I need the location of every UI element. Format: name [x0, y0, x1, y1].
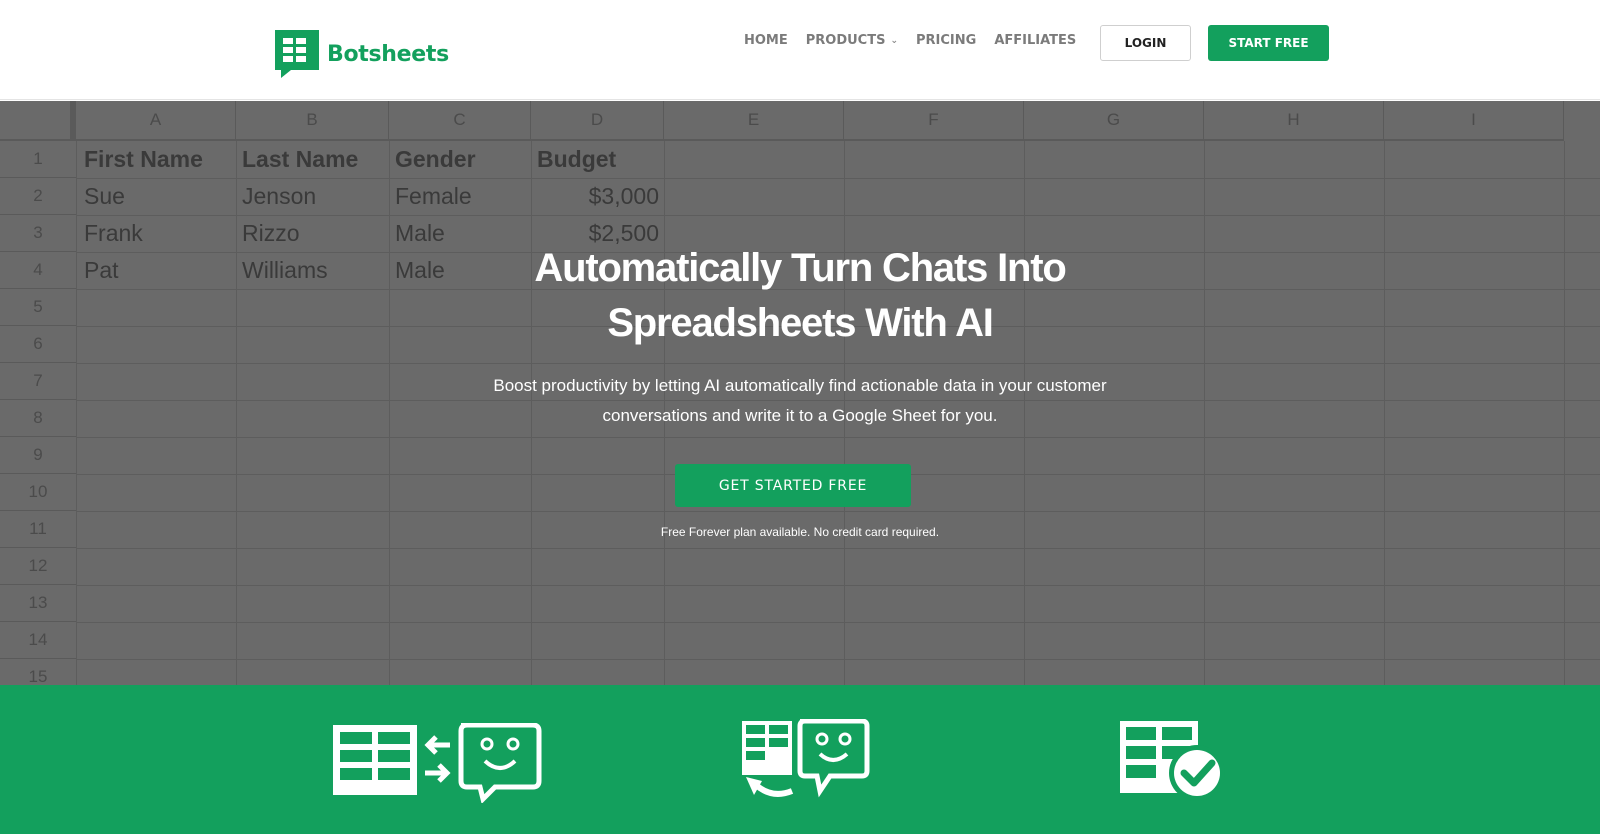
hero-title-line-1: Automatically Turn Chats Into [534, 246, 1066, 290]
sheet-chat-sync-icon [333, 722, 543, 808]
sheet-check-icon [1120, 719, 1225, 806]
login-button[interactable]: LOGIN [1100, 25, 1191, 61]
hero-subtitle-line-2: conversations and write it to a Google S… [602, 406, 998, 425]
hero-subtitle-line-1: Boost productivity by letting AI automat… [493, 376, 1107, 395]
spreadsheet-chat-logo-icon [273, 28, 321, 80]
nav-pricing[interactable]: PRICING [916, 33, 976, 48]
get-started-free-button[interactable]: GET STARTED FREE [675, 464, 911, 507]
nav-affiliates-label: AFFILIATES [994, 33, 1077, 48]
nav-products[interactable]: PRODUCTS ⌄ [806, 33, 898, 48]
brand-name: Botsheets [327, 41, 449, 67]
hero-title-line-2: Spreadsheets With AI [607, 301, 994, 345]
features-band [0, 685, 1600, 834]
sheet-chat-refresh-icon [742, 718, 870, 804]
site-header: Botsheets HOME PRODUCTS ⌄ PRICING AFFILIA… [0, 0, 1600, 100]
main-nav: HOME PRODUCTS ⌄ PRICING AFFILIATES [744, 33, 1094, 48]
chevron-down-icon: ⌄ [890, 35, 899, 46]
nav-home-label: HOME [744, 33, 788, 48]
hero-title: Automatically Turn Chats Into Spreadshee… [400, 241, 1200, 351]
hero-section: A B C D E F G H I 1 2 3 4 5 6 7 8 9 10 1… [0, 101, 1600, 685]
nav-pricing-label: PRICING [916, 33, 977, 48]
nav-products-label: PRODUCTS [805, 33, 886, 48]
brand-logo[interactable]: Botsheets [273, 28, 449, 80]
hero-subtitle: Boost productivity by letting AI automat… [440, 371, 1160, 431]
start-free-button[interactable]: START FREE [1208, 25, 1329, 61]
nav-affiliates[interactable]: AFFILIATES [994, 33, 1076, 48]
hero-note: Free Forever plan available. No credit c… [660, 525, 940, 539]
hero-content: Automatically Turn Chats Into Spreadshee… [0, 101, 1600, 685]
nav-home[interactable]: HOME [744, 33, 788, 48]
